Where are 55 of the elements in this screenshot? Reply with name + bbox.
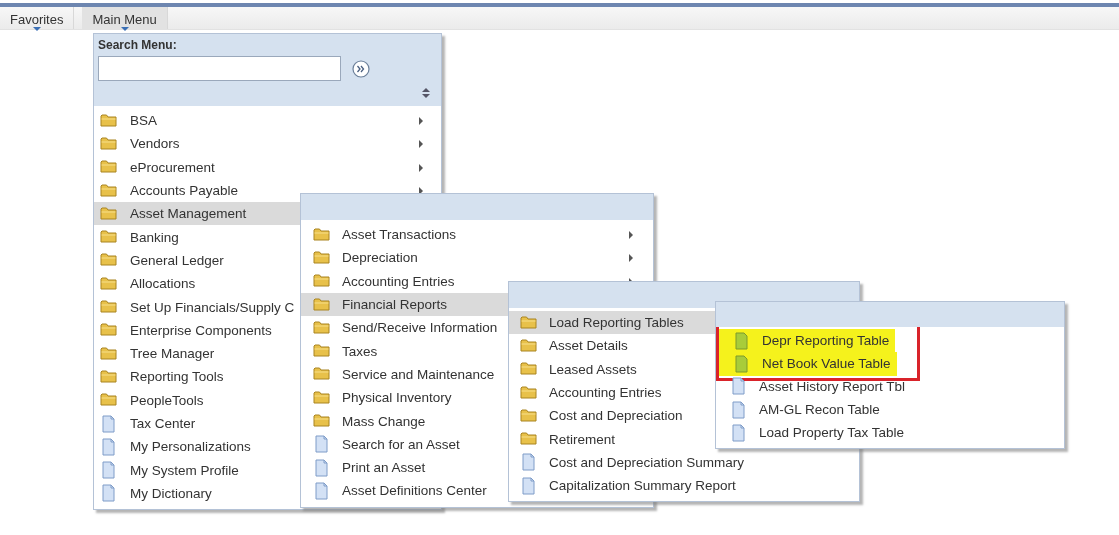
folder-icon xyxy=(313,412,330,430)
folder-icon xyxy=(313,295,330,314)
page-icon xyxy=(520,453,537,472)
menu-item[interactable]: Net Book Value Table xyxy=(719,352,897,376)
menu-item[interactable]: eProcurement xyxy=(94,155,435,179)
nav-tab[interactable]: Favorites xyxy=(0,7,75,29)
menu-item[interactable]: AM-GL Recon Table xyxy=(716,397,1058,422)
folder-icon xyxy=(520,313,537,332)
folder-icon xyxy=(100,344,117,363)
page-icon xyxy=(730,400,747,419)
folder-icon xyxy=(313,318,330,337)
caret-icon xyxy=(120,27,129,31)
folder-icon xyxy=(520,406,537,425)
caret-icon xyxy=(32,27,41,31)
folder-icon xyxy=(520,383,537,402)
page-icon xyxy=(100,484,117,503)
folder-icon xyxy=(100,111,117,130)
page-icon xyxy=(100,414,117,433)
menu-item[interactable]: Cost and Depreciation Summary xyxy=(509,450,853,475)
go-icon xyxy=(352,59,370,78)
go-button[interactable] xyxy=(351,58,371,79)
page-icon xyxy=(100,461,117,480)
menu-item[interactable]: BSA xyxy=(94,109,435,133)
menu-item[interactable]: Vendors xyxy=(94,132,435,156)
folder-icon xyxy=(313,388,330,407)
search-field[interactable] xyxy=(98,56,341,81)
page-icon xyxy=(313,435,330,454)
folder-icon xyxy=(100,134,117,153)
menu-item[interactable]: Capitalization Summary Report xyxy=(509,474,853,498)
folder-icon xyxy=(520,336,537,355)
menu-item[interactable]: Load Property Tax Table xyxy=(716,421,1058,445)
folder-icon xyxy=(313,225,330,244)
menu-item[interactable]: Accounting Entries xyxy=(301,269,647,293)
folder-icon xyxy=(100,298,117,316)
folder-icon xyxy=(100,181,117,200)
folder-icon xyxy=(100,367,117,386)
menu-item[interactable]: Depreciation xyxy=(301,246,647,270)
sort-icon xyxy=(422,88,430,98)
page-icon xyxy=(100,437,117,456)
menu-item[interactable]: Asset Transactions xyxy=(301,223,647,247)
folder-icon xyxy=(313,248,330,267)
nav-tab[interactable]: Main Menu xyxy=(82,7,168,29)
page-icon xyxy=(730,377,747,396)
page-icon xyxy=(730,423,747,442)
page-icon xyxy=(313,458,330,477)
page-icon xyxy=(313,481,330,500)
folder-icon xyxy=(100,274,117,293)
page-icon xyxy=(520,476,537,495)
search-label: Search Menu: xyxy=(98,38,178,52)
menu-item[interactable]: Accounts Payable xyxy=(94,178,435,203)
folder-icon xyxy=(100,204,117,223)
menu-item[interactable]: Asset History Report Tbl xyxy=(716,374,1058,398)
menu-item[interactable]: Depr Reporting Table xyxy=(719,329,896,353)
page-icon xyxy=(733,331,750,350)
page-icon xyxy=(733,354,750,373)
